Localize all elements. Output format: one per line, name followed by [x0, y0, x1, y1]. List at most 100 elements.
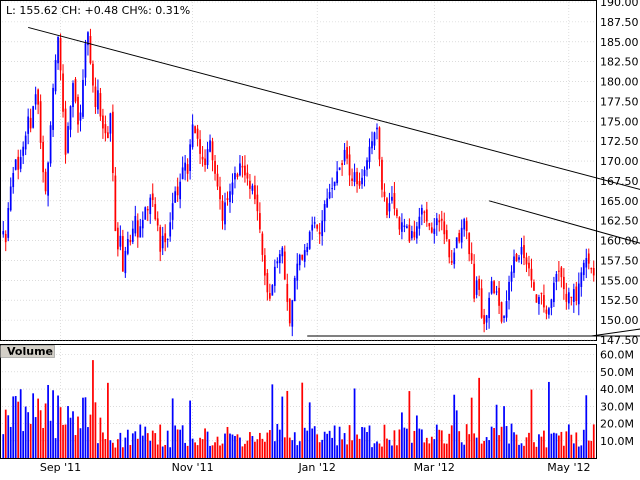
candle-body — [82, 79, 84, 117]
price-y-tick-label: 190.00 — [600, 0, 639, 9]
volume-bar — [483, 440, 485, 458]
volume-bar — [592, 424, 595, 458]
volume-bar — [306, 430, 309, 458]
volume-bar — [430, 436, 433, 458]
candle-body — [268, 293, 271, 299]
candle-body — [560, 267, 563, 278]
candle-body — [478, 278, 481, 290]
candle-body — [525, 257, 528, 265]
candle-body — [430, 227, 433, 233]
volume-bar — [186, 445, 189, 458]
candle-body — [358, 180, 361, 186]
volume-bar — [234, 435, 236, 458]
volume-bar — [470, 397, 473, 458]
volume-bar — [211, 445, 214, 458]
candle-body — [109, 113, 112, 134]
price-y-tick-label: 180.00 — [600, 76, 639, 89]
candle-body — [453, 252, 456, 265]
candle-body — [94, 86, 97, 107]
volume-bar — [107, 382, 109, 458]
candle-body — [343, 149, 346, 162]
candle-body — [291, 300, 294, 327]
volume-bar — [331, 437, 334, 458]
volume-bar — [538, 434, 540, 458]
volume-bar — [498, 435, 500, 458]
volume-bar — [543, 430, 545, 458]
candle-body — [131, 228, 134, 242]
price-y-tick-label: 150.00 — [600, 314, 639, 327]
volume-bar — [119, 432, 122, 458]
volume-bar — [47, 384, 49, 458]
volume-bar — [510, 423, 513, 458]
price-y-tick-label: 187.50 — [600, 16, 639, 29]
volume-bar — [515, 434, 518, 458]
volume-bar — [7, 415, 10, 458]
candle-body — [107, 132, 109, 138]
volume-bar — [92, 360, 94, 458]
volume-bar — [181, 425, 184, 458]
volume-bar — [52, 390, 54, 458]
candle-body — [448, 239, 451, 258]
x-tick-label: May '12 — [547, 461, 590, 474]
volume-bar — [146, 433, 149, 458]
volume-bar — [458, 431, 461, 458]
volume-bar — [450, 425, 453, 458]
price-y-tick-label: 185.00 — [600, 36, 639, 49]
candle-body — [151, 193, 154, 201]
candle-body — [116, 227, 119, 250]
candle-body — [231, 182, 234, 195]
volume-bar — [144, 426, 147, 458]
volume-bar — [82, 397, 84, 458]
candle-body — [256, 194, 259, 212]
volume-bar — [557, 435, 560, 458]
volume-bar — [69, 417, 72, 458]
volume-bar — [428, 443, 431, 458]
x-tick-label: Sep '11 — [40, 461, 81, 474]
candle-body — [59, 37, 62, 71]
candle-body — [276, 261, 279, 264]
candle-body — [321, 220, 324, 237]
volume-bar — [480, 443, 483, 458]
volume-bar — [553, 432, 555, 458]
volume-bar — [97, 443, 99, 458]
candle-body — [528, 262, 530, 269]
volume-bar — [236, 434, 239, 458]
volume-bar — [438, 429, 441, 458]
volume-bar — [388, 439, 391, 458]
volume-bar — [114, 447, 117, 458]
volume-bar — [102, 432, 104, 458]
volume-bar — [373, 443, 376, 458]
volume-bar — [443, 443, 446, 458]
candle-body — [530, 268, 533, 281]
volume-bar — [316, 434, 319, 458]
candle-body — [440, 218, 443, 221]
candle-body — [186, 164, 189, 174]
volume-bar — [59, 407, 62, 458]
volume-bar — [154, 433, 157, 458]
volume-bar — [271, 384, 274, 458]
candle-body — [331, 188, 334, 190]
volume-bar — [229, 433, 231, 458]
volume-bar — [109, 440, 112, 458]
price-y-tick-label: 165.00 — [600, 195, 639, 208]
candle-body — [406, 226, 408, 229]
volume-bar — [209, 445, 211, 458]
candle-body — [161, 235, 164, 249]
candle-body — [54, 60, 57, 92]
candle-body — [318, 232, 321, 235]
volume-bar — [326, 433, 329, 458]
price-y-tick-label: 157.50 — [600, 254, 639, 267]
price-y-tick-label: 162.50 — [600, 215, 639, 228]
volume-bar — [348, 425, 351, 458]
volume-bar — [156, 444, 159, 458]
volume-bar — [241, 446, 244, 458]
candle-body — [508, 281, 510, 301]
candle-body — [543, 295, 545, 308]
volume-bar — [455, 410, 458, 458]
volume-bar — [77, 416, 79, 458]
volume-bar — [239, 437, 241, 458]
candle-body — [473, 263, 476, 299]
price-y-tick-label: 177.50 — [600, 95, 639, 108]
volume-bar — [104, 439, 107, 458]
candle-body — [577, 283, 580, 305]
